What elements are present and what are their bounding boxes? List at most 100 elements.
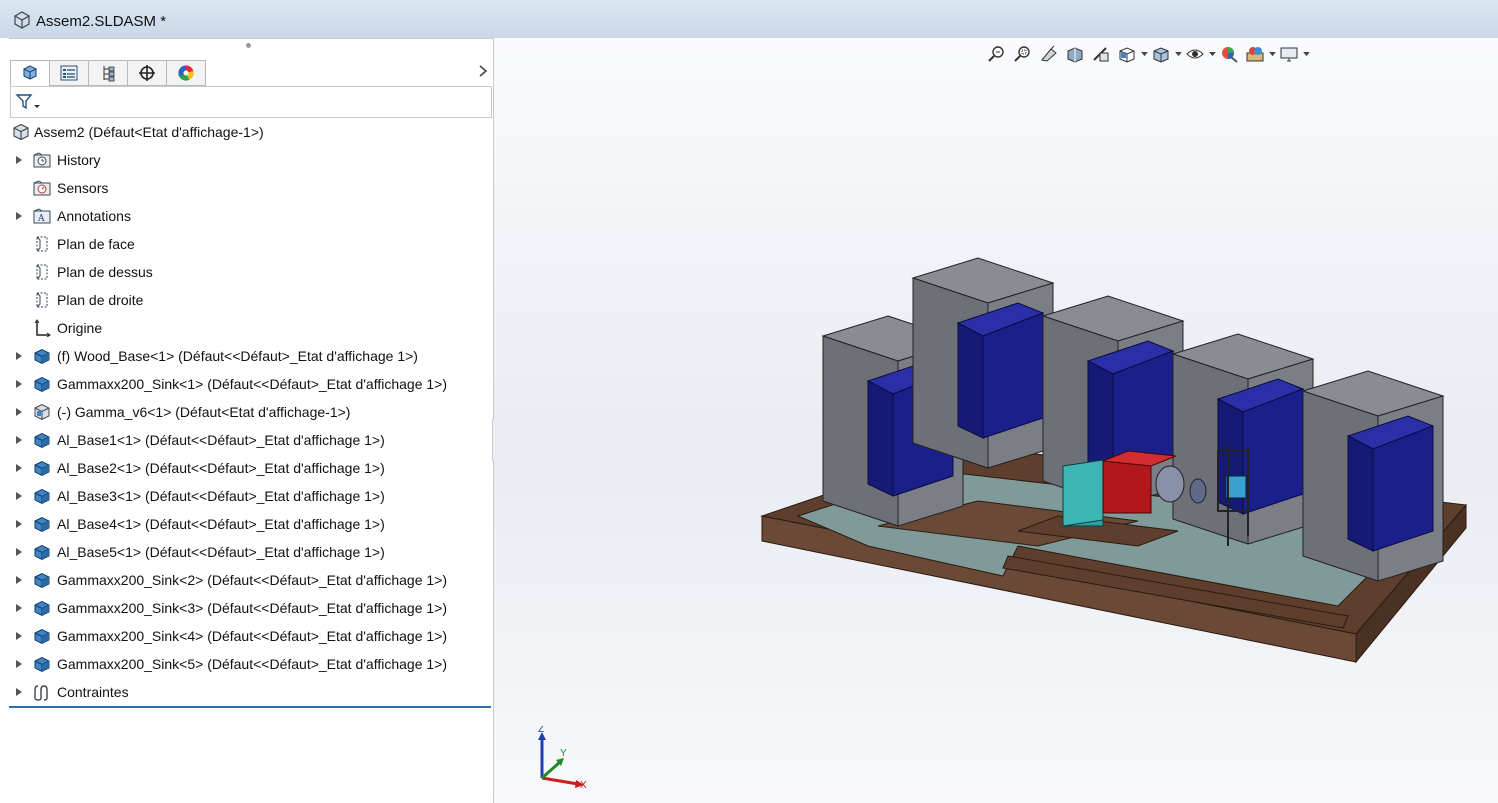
part-icon [34, 656, 50, 673]
tree-item[interactable]: Al_Base1<1> (Défaut<<Défaut>_Etat d'affi… [0, 426, 490, 454]
zoom-to-area-icon [1014, 46, 1030, 62]
expand-arrow-icon[interactable] [15, 407, 23, 417]
hide-show-items-button[interactable] [1182, 43, 1208, 65]
tree-item[interactable]: History [0, 146, 490, 174]
expand-arrow-icon[interactable] [15, 351, 23, 361]
part-icon [34, 544, 50, 561]
assembly-3d-model[interactable] [758, 216, 1468, 686]
propertymanager-tab[interactable] [49, 60, 88, 86]
expand-arrow-icon[interactable] [15, 463, 23, 473]
annotations-folder-icon: A [33, 208, 51, 224]
sensor-folder-icon [33, 180, 51, 196]
part-icon [34, 628, 50, 645]
dimxpertmanager-tab[interactable] [127, 60, 166, 86]
expand-arrow-icon[interactable] [15, 687, 23, 697]
heatsink-with-fan[interactable] [1301, 370, 1445, 582]
display-style-dropdown[interactable] [1174, 43, 1182, 65]
tree-item[interactable]: Origine [0, 314, 490, 342]
view-orientation-button[interactable] [1114, 43, 1140, 65]
assembly-icon [14, 11, 30, 29]
assembly-icon [13, 123, 29, 141]
tree-item-label: History [57, 152, 101, 168]
tree-item[interactable]: (-) Gamma_v6<1> (Défaut<Etat d'affichage… [0, 398, 490, 426]
heads-up-view-toolbar [984, 42, 1310, 66]
tree-item[interactable]: Sensors [0, 174, 490, 202]
triad-z-label: Z [538, 726, 544, 735]
tree-item-label: Sensors [57, 180, 109, 196]
expand-arrow-icon[interactable] [15, 575, 23, 585]
expand-arrow-icon[interactable] [15, 603, 23, 613]
expand-arrow-icon[interactable] [15, 519, 23, 529]
tree-item-label: (-) Gamma_v6<1> (Défaut<Etat d'affichage… [57, 404, 351, 420]
section-view-button[interactable] [1062, 43, 1088, 65]
tree-item[interactable]: Al_Base4<1> (Défaut<<Défaut>_Etat d'affi… [0, 510, 490, 538]
tree-item[interactable]: Gammaxx200_Sink<2> (Défaut<<Défaut>_Etat… [0, 566, 490, 594]
tree-item[interactable]: Al_Base5<1> (Défaut<<Défaut>_Etat d'affi… [0, 538, 490, 566]
tree-item[interactable]: Plan de face [0, 230, 490, 258]
zoom-to-fit-button[interactable] [984, 43, 1010, 65]
tree-item[interactable]: Al_Base3<1> (Défaut<<Défaut>_Etat d'affi… [0, 482, 490, 510]
tree-item-label: Origine [57, 320, 103, 336]
tree-item[interactable]: Plan de droite [0, 286, 490, 314]
view-settings-button[interactable] [1276, 43, 1302, 65]
assembly-tree-icon [23, 65, 37, 80]
displaymanager-tab[interactable] [166, 60, 206, 86]
view-orientation-dropdown[interactable] [1140, 43, 1148, 65]
tree-item[interactable]: Gammaxx200_Sink<4> (Défaut<<Défaut>_Etat… [0, 622, 490, 650]
tree-root-assembly[interactable]: Assem2 (Défaut<Etat d'affichage-1>) [0, 118, 490, 146]
expand-arrow-icon[interactable] [15, 211, 23, 221]
expand-arrow-icon[interactable] [15, 379, 23, 389]
part-icon [34, 432, 50, 449]
zoom-to-area-button[interactable] [1010, 43, 1036, 65]
tree-item[interactable]: Gammaxx200_Sink<1> (Défaut<<Défaut>_Etat… [0, 370, 490, 398]
pane-grip[interactable] [246, 43, 251, 48]
property-list-icon [60, 65, 78, 81]
display-style-button[interactable] [1148, 43, 1174, 65]
tree-item-label: Al_Base1<1> (Défaut<<Défaut>_Etat d'affi… [57, 432, 385, 448]
plane-icon [36, 264, 48, 280]
window-title: Assem2.SLDASM * [36, 13, 167, 30]
section-view-icon [1067, 47, 1083, 63]
expand-arrow-icon[interactable] [15, 155, 23, 165]
apply-scene-dropdown[interactable] [1268, 43, 1276, 65]
plane-icon [36, 292, 48, 308]
tree-item[interactable]: Contraintes [0, 678, 490, 706]
tree-item-label: Plan de face [57, 236, 135, 252]
dynamic-annotation-button[interactable] [1088, 43, 1114, 65]
expand-arrow-icon[interactable] [15, 435, 23, 445]
heatsink-with-fan[interactable] [1171, 333, 1315, 545]
hide-show-dropdown[interactable] [1208, 43, 1216, 65]
expand-arrow-icon[interactable] [15, 547, 23, 557]
chevron-right-icon[interactable] [477, 64, 489, 78]
crosshair-icon [139, 65, 155, 81]
configuration-icon [103, 66, 115, 82]
view-settings-dropdown[interactable] [1302, 43, 1310, 65]
previous-view-button[interactable] [1036, 43, 1062, 65]
tree-item[interactable]: (f) Wood_Base<1> (Défaut<<Défaut>_Etat d… [0, 342, 490, 370]
tree-item[interactable]: A Annotations [0, 202, 490, 230]
tree-item[interactable]: Al_Base2<1> (Défaut<<Défaut>_Etat d'affi… [0, 454, 490, 482]
chevron-down-icon [1302, 51, 1310, 56]
funnel-icon [15, 94, 40, 110]
mates-icon [34, 685, 48, 701]
manager-tabs [10, 60, 206, 86]
tree-filter-bar[interactable] [10, 86, 492, 118]
tree-item[interactable]: Plan de dessus [0, 258, 490, 286]
configurationmanager-tab[interactable] [88, 60, 127, 86]
heatsink-with-fan[interactable] [911, 257, 1055, 469]
apply-scene-button[interactable] [1242, 43, 1268, 65]
featuremanager-tab[interactable] [10, 60, 49, 86]
graphics-viewport[interactable]: Z Y X [494, 38, 1498, 803]
expand-arrow-icon[interactable] [15, 631, 23, 641]
expand-arrow-icon[interactable] [15, 659, 23, 669]
svg-text:A: A [37, 214, 45, 224]
zoom-to-fit-icon [988, 46, 1004, 62]
tree-end-divider [9, 706, 491, 708]
tree-item[interactable]: Gammaxx200_Sink<5> (Défaut<<Défaut>_Etat… [0, 650, 490, 678]
tree-item-label: Al_Base2<1> (Défaut<<Défaut>_Etat d'affi… [57, 460, 385, 476]
tree-item[interactable]: Gammaxx200_Sink<3> (Défaut<<Défaut>_Etat… [0, 594, 490, 622]
edit-appearance-button[interactable] [1216, 43, 1242, 65]
tree-item-label: Gammaxx200_Sink<5> (Défaut<<Défaut>_Etat… [57, 656, 447, 672]
tree-item-label: Gammaxx200_Sink<4> (Défaut<<Défaut>_Etat… [57, 628, 447, 644]
expand-arrow-icon[interactable] [15, 491, 23, 501]
